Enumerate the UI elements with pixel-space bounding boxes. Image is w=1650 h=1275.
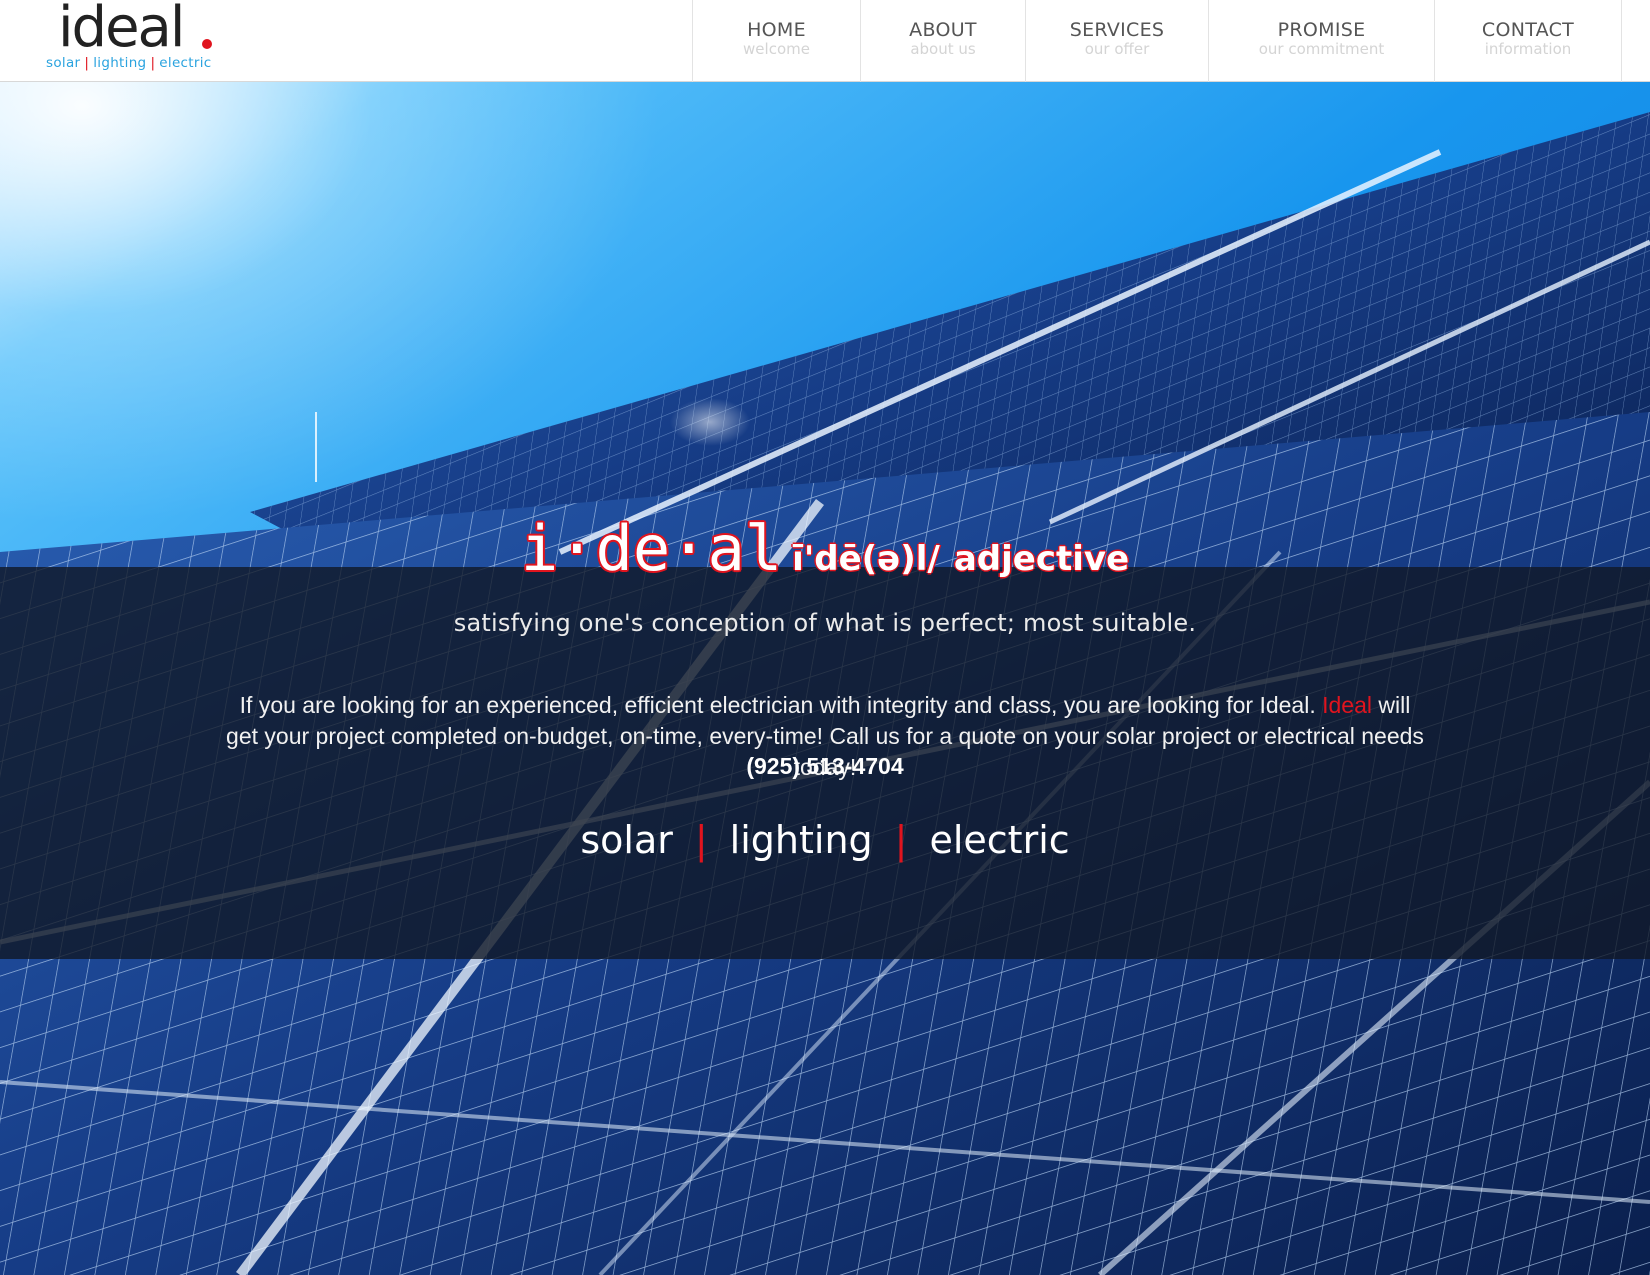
nav-sublabel: our commitment (1258, 40, 1385, 58)
nav-item-contact[interactable]: CONTACT information (1434, 0, 1622, 82)
nav-item-promise[interactable]: PROMISE our commitment (1208, 0, 1434, 82)
intro-text-start: If you are looking for an experienced, e… (239, 692, 1316, 718)
nav-sublabel: welcome (743, 40, 810, 58)
hero-phone-number[interactable]: (925) 513-4704 (0, 753, 1650, 780)
title-part-of-speech: adjective (953, 539, 1130, 579)
logo-tagline: solar | lighting | electric (46, 55, 212, 71)
intro-brand-highlight: Ideal (1322, 692, 1372, 718)
hero-tagline: solar | lighting | electric (0, 818, 1650, 862)
logo-wordmark: ideal (58, 0, 185, 60)
title-phonetic: ī'dē(ə)l/ (792, 539, 940, 579)
hero-definition-title: i·de·al ī'dē(ə)l/adjective (0, 512, 1650, 585)
hero-definition-text: satisfying one's conception of what is p… (453, 609, 1197, 637)
site-header: ideal solar | lighting | electric HOME welco… (0, 0, 1650, 82)
tagline-electric: electric (929, 818, 1070, 862)
nav-label: HOME (747, 19, 806, 41)
tagline-separator: | (894, 818, 908, 862)
tagline-solar: solar (580, 818, 673, 862)
nav-label: ABOUT (909, 19, 977, 41)
logo-tag-electric: electric (159, 55, 212, 71)
nav-sublabel: information (1484, 40, 1572, 58)
logo-tag-solar: solar (46, 55, 81, 71)
nav-item-home[interactable]: HOME welcome (692, 0, 860, 82)
tagline-lighting: lighting (729, 818, 873, 862)
nav-sublabel: about us (910, 40, 976, 58)
nav-label: CONTACT (1481, 19, 1575, 41)
nav-item-about[interactable]: ABOUT about us (860, 0, 1025, 82)
logo-tag-separator: | (150, 55, 156, 71)
logo-red-dot (202, 39, 212, 49)
title-headword: i·de·al (520, 512, 783, 585)
nav-label: PROMISE (1277, 19, 1366, 41)
nav-item-services[interactable]: SERVICES our offer (1025, 0, 1208, 82)
nav-label: SERVICES (1069, 19, 1165, 41)
tagline-separator: | (694, 818, 708, 862)
nav-sublabel: our offer (1084, 40, 1150, 58)
logo-tag-separator: | (84, 55, 90, 71)
main-nav: HOME welcome ABOUT about us SERVICES our… (692, 0, 1622, 82)
logo-link[interactable]: ideal solar | lighting | electric (46, 0, 226, 82)
logo-tag-lighting: lighting (93, 55, 147, 71)
hero-section (0, 82, 1650, 1275)
